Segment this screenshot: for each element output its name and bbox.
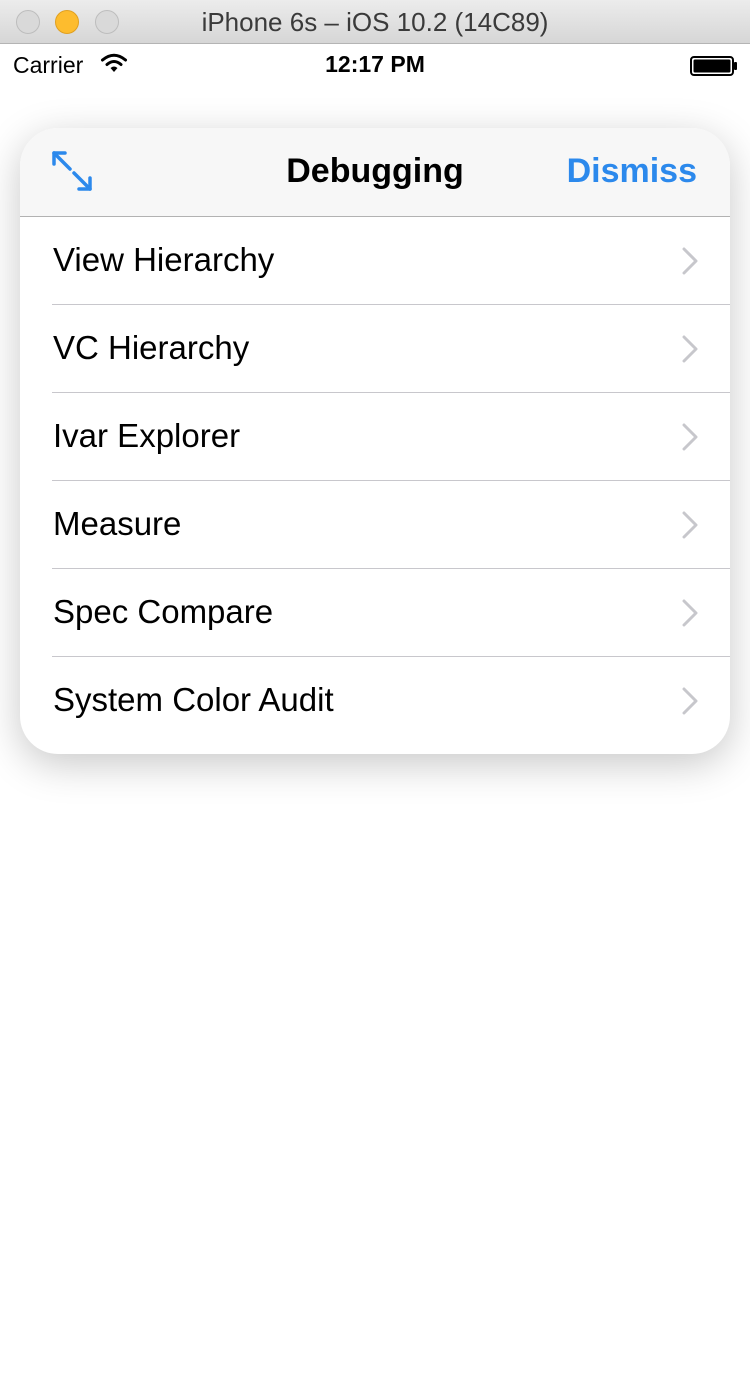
dismiss-button[interactable]: Dismiss — [567, 152, 697, 191]
status-time: 12:17 PM — [325, 51, 425, 77]
menu-item-view-hierarchy[interactable]: View Hierarchy — [20, 217, 730, 305]
menu-item-label: Spec Compare — [53, 593, 274, 630]
window-title: iPhone 6s – iOS 10.2 (14C89) — [201, 7, 549, 37]
chevron-right-icon — [682, 423, 698, 451]
simulator-titlebar: iPhone 6s – iOS 10.2 (14C89) — [0, 0, 750, 44]
menu-item-system-color-audit[interactable]: System Color Audit — [20, 657, 730, 745]
menu-item-label: VC Hierarchy — [53, 329, 250, 366]
menu-item-label: Ivar Explorer — [53, 417, 241, 454]
chevron-right-icon — [682, 687, 698, 715]
chevron-right-icon — [682, 335, 698, 363]
battery-icon — [690, 56, 737, 76]
chevron-right-icon — [682, 511, 698, 539]
chevron-right-icon — [682, 247, 698, 275]
menu-item-label: Measure — [53, 505, 182, 542]
menu-item-measure[interactable]: Measure — [20, 481, 730, 569]
menu-item-vc-hierarchy[interactable]: VC Hierarchy — [20, 305, 730, 393]
menu-item-spec-compare[interactable]: Spec Compare — [20, 569, 730, 657]
menu-item-label: System Color Audit — [53, 681, 334, 718]
panel-navbar: Debugging Dismiss — [20, 128, 730, 217]
chevron-right-icon — [682, 599, 698, 627]
menu-item-label: View Hierarchy — [53, 241, 275, 278]
debugging-panel: Debugging Dismiss View Hierarchy VC Hier… — [20, 128, 730, 754]
status-bar: Carrier 12:17 PM — [0, 44, 750, 84]
menu-item-ivar-explorer[interactable]: Ivar Explorer — [20, 393, 730, 481]
